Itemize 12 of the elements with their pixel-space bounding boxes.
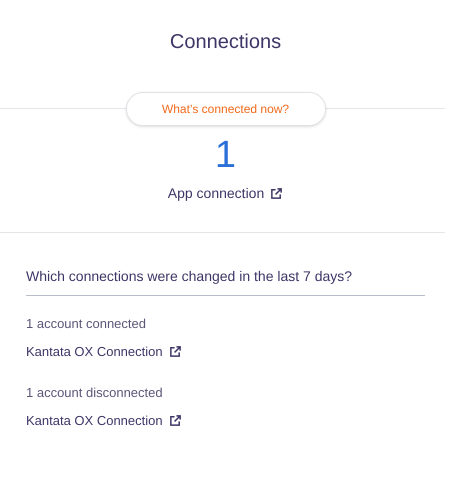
connection-link[interactable]: Kantata OX Connection — [26, 342, 182, 361]
change-summary: 1 account connected — [26, 315, 147, 333]
page-title: Connections — [170, 30, 282, 55]
connection-count: 1 — [214, 133, 236, 177]
change-summary: 1 account disconnected — [26, 384, 164, 402]
external-link-icon — [168, 344, 182, 358]
external-link-icon — [168, 414, 182, 427]
section-label: What’s connected now? — [126, 92, 326, 126]
app-connection-link[interactable]: App connection — [168, 183, 284, 204]
changes-heading: Which connections were changed in the last 7 days? — [26, 266, 425, 296]
external-link-icon — [270, 187, 284, 200]
connection-link[interactable]: Kantata OX Connection — [26, 410, 182, 430]
